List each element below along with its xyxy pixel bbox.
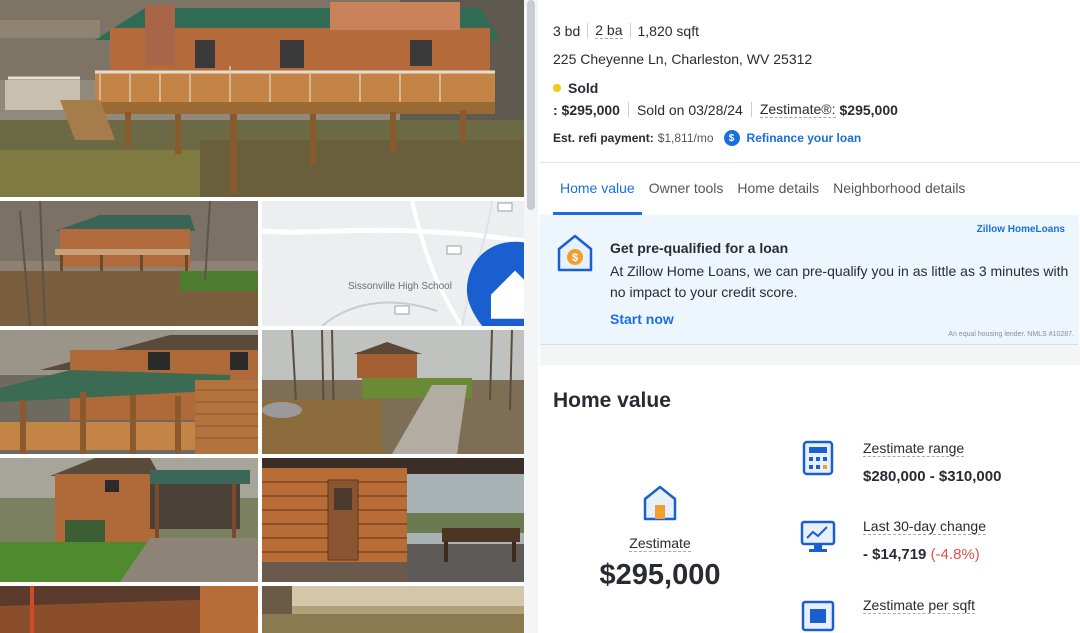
zestimate-value: $295,000: [839, 101, 898, 118]
photo-cabin-distance[interactable]: [0, 201, 258, 326]
monitor-chart-icon: [800, 520, 836, 552]
tab-owner-tools[interactable]: Owner tools: [642, 163, 731, 215]
section-divider: [540, 345, 1080, 365]
separator: [587, 23, 589, 38]
zillow-homeloans-logo: Zillow HomeLoans: [976, 224, 1065, 235]
photo-roof-detail[interactable]: [0, 586, 258, 633]
map-thumbnail[interactable]: Sissonville High School: [262, 201, 524, 326]
detail-tabs: Home value Owner tools Home details Neig…: [540, 163, 1080, 215]
house-icon: [643, 485, 677, 521]
loan-card-body: At Zillow Home Loans, we can pre-qualify…: [610, 263, 1069, 300]
sold-price: : $295,000: [553, 101, 620, 118]
photo-driveway[interactable]: [262, 330, 524, 454]
metric-value: $280,000 - $310,000: [863, 468, 1002, 485]
calculator-icon: [802, 440, 834, 476]
metric-label[interactable]: Zestimate per sqft: [863, 597, 976, 614]
tab-home-details[interactable]: Home details: [730, 163, 826, 215]
loan-disclaimer: An equal housing lender. NMLS #10287.: [948, 331, 1074, 338]
zestimate-amount: $295,000: [599, 559, 721, 591]
start-now-link[interactable]: Start now: [610, 311, 674, 327]
refinance-link[interactable]: Refinance your loan: [747, 131, 862, 145]
home-value-heading: Home value: [553, 389, 671, 412]
photo-carport[interactable]: [0, 458, 258, 582]
map-school-label: Sissonville High School: [348, 281, 452, 292]
tab-home-value[interactable]: Home value: [540, 163, 642, 215]
svg-text:$: $: [572, 252, 578, 264]
metric-value: - $14,719 (-4.8%): [863, 546, 980, 563]
separator: [627, 102, 629, 117]
photo-hero-cabin[interactable]: [0, 0, 524, 197]
school-pin-icon: [452, 278, 524, 326]
change-amount: - $14,719: [863, 546, 927, 563]
refi-label: Est. refi payment:: [553, 131, 654, 145]
metric-label[interactable]: Zestimate range: [863, 440, 965, 457]
separator: [629, 23, 631, 38]
price-row: : $295,000 Sold on 03/28/24 Zestimate®: …: [553, 101, 898, 118]
house-dollar-icon: $: [557, 234, 593, 272]
home-facts: 3 bd 2 ba 1,820 sqft: [553, 22, 699, 39]
photo-landscape[interactable]: [262, 586, 524, 633]
photo-gallery: Sissonville High School: [0, 0, 524, 633]
tab-neighborhood-details[interactable]: Neighborhood details: [826, 163, 972, 215]
gallery-scrollbar[interactable]: [527, 0, 535, 210]
loan-card-title: Get pre-qualified for a loan: [610, 240, 789, 256]
refi-value: $1,811/mo: [657, 131, 714, 145]
sqft-count: 1,820 sqft: [637, 22, 700, 39]
dollar-circle-icon: $: [723, 130, 740, 146]
photo-cabin-side[interactable]: [0, 330, 258, 454]
property-address: 225 Cheyenne Ln, Charleston, WV 25312: [553, 51, 813, 67]
zestimate-summary: Zestimate $295,000: [580, 485, 740, 592]
listing-details-panel: 3 bd 2 ba 1,820 sqft 225 Cheyenne Ln, Ch…: [540, 0, 1080, 633]
sold-date: Sold on 03/28/24: [636, 101, 743, 118]
refi-row: Est. refi payment: $1,811/mo $ Refinance…: [553, 130, 861, 146]
zestimate-link[interactable]: Zestimate®:: [759, 101, 836, 118]
baths-count[interactable]: 2 ba: [595, 22, 623, 39]
beds-count: 3 bd: [553, 22, 581, 39]
loan-promo-card: $ Zillow HomeLoans Get pre-qualified for…: [540, 215, 1078, 345]
zestimate-label[interactable]: Zestimate: [629, 535, 691, 552]
status-label: Sold: [568, 80, 599, 96]
metric-label[interactable]: Last 30-day change: [863, 518, 986, 535]
status-dot-icon: [553, 84, 561, 92]
ruler-house-icon: [801, 600, 835, 632]
status-badge: Sold: [553, 80, 598, 96]
change-percent: (-4.8%): [930, 546, 980, 563]
separator: [750, 102, 752, 117]
photo-porch[interactable]: [262, 458, 524, 582]
